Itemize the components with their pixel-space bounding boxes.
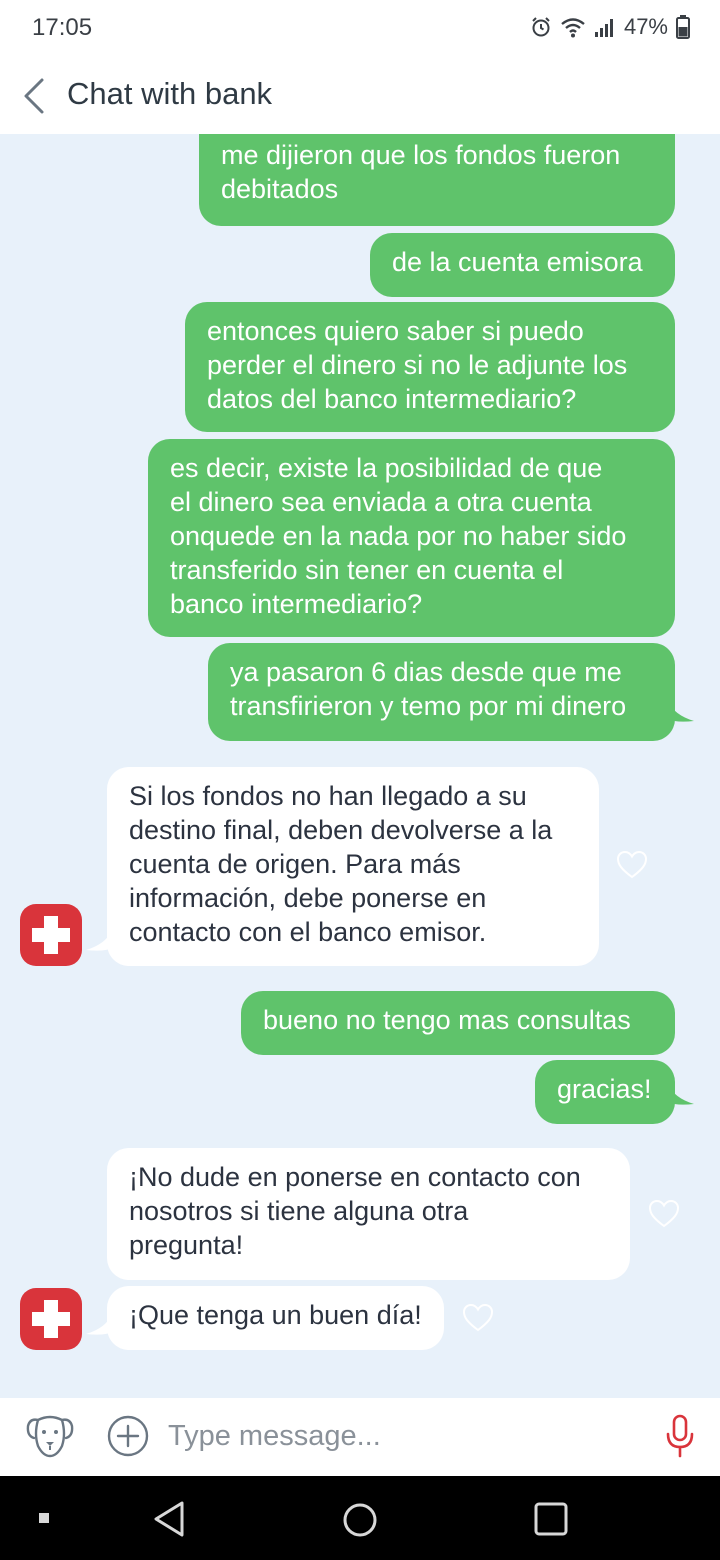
message-composer — [0, 1398, 720, 1476]
page-title: Chat with bank — [67, 76, 273, 111]
like-heart-icon[interactable] — [616, 850, 648, 880]
message-input[interactable] — [168, 1416, 628, 1456]
swiss-cross-icon — [32, 916, 70, 954]
incoming-message: ¡No dude en ponerse en contacto con noso… — [107, 1148, 630, 1280]
incoming-message: ¡Que tenga un buen día! — [107, 1286, 444, 1350]
alarm-icon — [532, 17, 550, 37]
bubble-tail — [86, 1314, 112, 1335]
outgoing-message: ya pasaron 6 dias desde que me transfiri… — [208, 643, 675, 741]
outgoing-message: bueno no tengo mas consultas — [241, 991, 675, 1055]
bubble-tail — [668, 1084, 694, 1105]
microphone-icon[interactable] — [664, 1414, 696, 1458]
back-button[interactable] — [18, 74, 54, 118]
like-heart-icon[interactable] — [648, 1199, 680, 1229]
bubble-tail — [86, 930, 112, 951]
status-bar: 17:05 47% — [0, 0, 720, 56]
chat-header: Chat with bank — [0, 56, 720, 134]
battery-percent: 47% — [623, 14, 668, 39]
outgoing-message: gracias! — [535, 1060, 675, 1124]
wifi-icon — [561, 18, 585, 38]
bank-avatar — [20, 904, 82, 966]
outgoing-message: entonces quiero saber si puedo perder el… — [185, 302, 675, 432]
nav-home-icon[interactable] — [342, 1502, 378, 1538]
nav-recents-icon[interactable] — [534, 1502, 568, 1536]
dog-icon[interactable] — [24, 1412, 76, 1460]
like-heart-icon[interactable] — [462, 1303, 494, 1333]
dot-indicator-icon — [39, 1513, 49, 1523]
chat-messages[interactable]: me dijieron que los fondos fueron debita… — [0, 134, 720, 1398]
swiss-cross-icon — [32, 1300, 70, 1338]
status-icons: 47% — [530, 14, 690, 40]
battery-icon — [676, 15, 690, 39]
status-time: 17:05 — [32, 14, 93, 41]
bubble-tail — [668, 701, 694, 722]
incoming-message: Si los fondos no han llegado a su destin… — [107, 767, 599, 966]
outgoing-message: es decir, existe la posibilidad de que e… — [148, 439, 675, 637]
outgoing-message: me dijieron que los fondos fueron debita… — [199, 134, 675, 226]
chevron-left-icon — [24, 78, 44, 114]
signal-icon — [594, 19, 613, 37]
outgoing-message: de la cuenta emisora — [370, 233, 675, 297]
add-attachment-icon[interactable] — [106, 1414, 150, 1458]
nav-back-icon[interactable] — [152, 1500, 186, 1538]
system-navigation-bar — [0, 1476, 720, 1560]
bank-avatar — [20, 1288, 82, 1350]
